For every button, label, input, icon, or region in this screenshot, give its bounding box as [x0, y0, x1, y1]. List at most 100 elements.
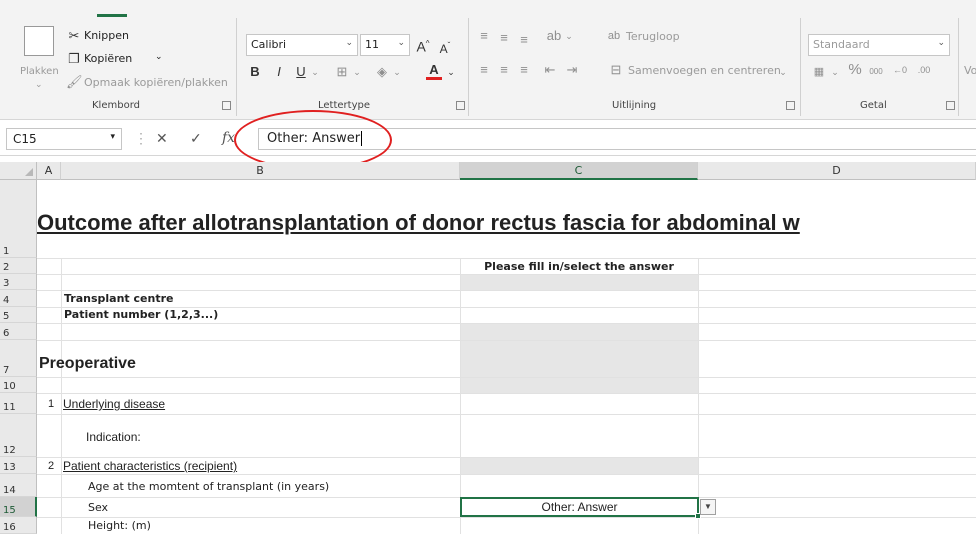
selected-cell-c15[interactable]: Other: Answer [460, 497, 701, 519]
decrease-font-size-icon[interactable]: Aˇ [436, 38, 454, 57]
paste-button[interactable]: Plakken [20, 66, 59, 77]
gridline [37, 457, 976, 458]
column-header-a[interactable]: A [37, 162, 61, 180]
format-painter-button[interactable]: Opmaak kopiëren/plakken [84, 76, 228, 89]
formula-input[interactable]: Other: Answer [258, 128, 976, 150]
row-header-selected[interactable]: 15 [0, 497, 37, 517]
paste-dropdown-icon[interactable]: ⌄ [35, 80, 43, 90]
align-bottom-icon[interactable]: ≡ [516, 32, 532, 48]
wrap-text-button[interactable]: Terugloop [626, 30, 680, 43]
underline-icon[interactable]: U [294, 64, 308, 80]
worksheet-grid: A B C D 1 2 3 4 5 6 7 10 11 12 13 14 15 … [0, 162, 976, 534]
cell-b12[interactable]: Indication: [86, 430, 141, 444]
number-format-combobox[interactable]: Standaard ⌄ [808, 34, 950, 56]
cell-b4[interactable]: Transplant centre [64, 292, 173, 305]
orientation-dropdown-icon[interactable]: ⌄ [564, 28, 574, 44]
row-header[interactable]: 3 [0, 274, 37, 290]
cell-a11[interactable]: 1 [48, 398, 54, 410]
row-header[interactable]: 13 [0, 457, 37, 474]
chevron-down-icon: ⌄ [345, 38, 353, 48]
cancel-icon[interactable]: ✕ [156, 130, 168, 147]
merge-center-button[interactable]: Samenvoegen en centreren [628, 64, 781, 77]
number-group-label: Getal [860, 100, 887, 111]
row-header[interactable]: 12 [0, 414, 37, 457]
scissors-icon[interactable]: ✂ [66, 28, 82, 44]
copy-icon[interactable]: ❐ [66, 51, 82, 67]
merge-dropdown-icon[interactable]: ⌄ [778, 64, 788, 80]
underline-dropdown-icon[interactable]: ⌄ [310, 64, 320, 80]
increase-font-size-icon[interactable]: A^ [414, 36, 432, 55]
merge-center-icon[interactable]: ⊟ [608, 62, 624, 78]
alignment-launcher-icon[interactable] [786, 101, 795, 110]
cell-b5[interactable]: Patient number (1,2,3...) [64, 308, 218, 321]
font-size-combobox[interactable]: 11 ⌄ [360, 34, 410, 56]
paste-icon[interactable] [24, 26, 54, 56]
increase-decimal-icon[interactable]: ←0 [890, 62, 910, 78]
increase-indent-icon[interactable]: ⇥ [564, 62, 580, 78]
decrease-decimal-icon[interactable]: .00 [914, 62, 934, 78]
row-header[interactable]: 2 [0, 258, 37, 274]
cell-b14[interactable]: Age at the momtent of transplant (in yea… [88, 480, 329, 493]
fill-color-icon[interactable]: ◈ [374, 64, 390, 80]
copy-button[interactable]: Kopiëren [84, 52, 132, 65]
cell-b11[interactable]: Underlying disease [63, 397, 165, 411]
fill-color-dropdown-icon[interactable]: ⌄ [392, 64, 402, 80]
shaded-cell[interactable] [460, 274, 698, 290]
format-painter-icon[interactable]: 🖌 [66, 74, 83, 90]
column-header-d[interactable]: D [698, 162, 976, 180]
sheet-title[interactable]: Outcome after allotransplantation of don… [37, 210, 800, 236]
orientation-icon[interactable]: ab [546, 28, 562, 44]
font-launcher-icon[interactable] [456, 101, 465, 110]
row-header[interactable]: 7 [0, 340, 37, 377]
row-header[interactable]: 4 [0, 290, 37, 307]
row-header[interactable]: 1 [0, 180, 37, 258]
column-header-c[interactable]: C [460, 162, 698, 180]
row-header[interactable]: 10 [0, 377, 37, 393]
accounting-format-icon[interactable]: ▦ [810, 64, 828, 80]
validation-dropdown-button[interactable]: ▼ [700, 499, 716, 515]
borders-dropdown-icon[interactable]: ⌄ [352, 64, 362, 80]
align-right-icon[interactable]: ≡ [516, 62, 532, 78]
percent-icon[interactable]: % [846, 62, 864, 78]
cell-a13[interactable]: 2 [48, 460, 54, 472]
font-name-value: Calibri [251, 38, 287, 51]
row-header[interactable]: 14 [0, 474, 37, 497]
copy-dropdown-icon[interactable]: ⌄ [155, 52, 163, 62]
italic-icon[interactable]: I [272, 64, 286, 80]
gridline [460, 258, 461, 534]
number-launcher-icon[interactable] [946, 101, 955, 110]
font-color-icon[interactable]: A [426, 62, 442, 80]
cell-a7[interactable]: Preoperative [39, 355, 136, 373]
shaded-cell[interactable] [460, 323, 698, 393]
enter-icon[interactable]: ✓ [190, 130, 202, 147]
wrap-text-icon[interactable]: ab [606, 28, 622, 44]
comma-style-icon[interactable]: 000 [866, 64, 886, 80]
insert-function-icon[interactable]: fx [222, 130, 235, 146]
gridline [37, 377, 976, 378]
row-header[interactable]: 5 [0, 307, 37, 323]
align-left-icon[interactable]: ≡ [476, 62, 492, 78]
row-header[interactable]: 11 [0, 393, 37, 414]
cell-b15[interactable]: Sex [88, 501, 108, 514]
name-box[interactable]: C15 ▾ [6, 128, 122, 150]
font-name-combobox[interactable]: Calibri ⌄ [246, 34, 358, 56]
cell-b16[interactable]: Height: (m) [88, 519, 151, 532]
row-header[interactable]: 16 [0, 517, 37, 534]
align-top-icon[interactable]: ≡ [476, 28, 492, 44]
column-header-b[interactable]: B [61, 162, 460, 180]
align-middle-icon[interactable]: ≡ [496, 30, 512, 46]
shaded-cell[interactable] [460, 457, 698, 474]
bold-icon[interactable]: B [248, 64, 262, 80]
cell-c15-value: Other: Answer [541, 500, 618, 514]
borders-icon[interactable]: ⊞ [334, 64, 350, 80]
cell-c2[interactable]: Please fill in/select the answer [460, 260, 698, 273]
row-header[interactable]: 6 [0, 323, 37, 340]
clipboard-launcher-icon[interactable] [222, 101, 231, 110]
cell-b13[interactable]: Patient characteristics (recipient) [63, 459, 237, 473]
cut-button[interactable]: Knippen [84, 29, 129, 42]
align-center-icon[interactable]: ≡ [496, 62, 512, 78]
font-color-dropdown-icon[interactable]: ⌄ [446, 64, 456, 80]
accounting-dropdown-icon[interactable]: ⌄ [830, 64, 840, 80]
decrease-indent-icon[interactable]: ⇤ [542, 62, 558, 78]
select-all-button[interactable] [0, 162, 37, 180]
